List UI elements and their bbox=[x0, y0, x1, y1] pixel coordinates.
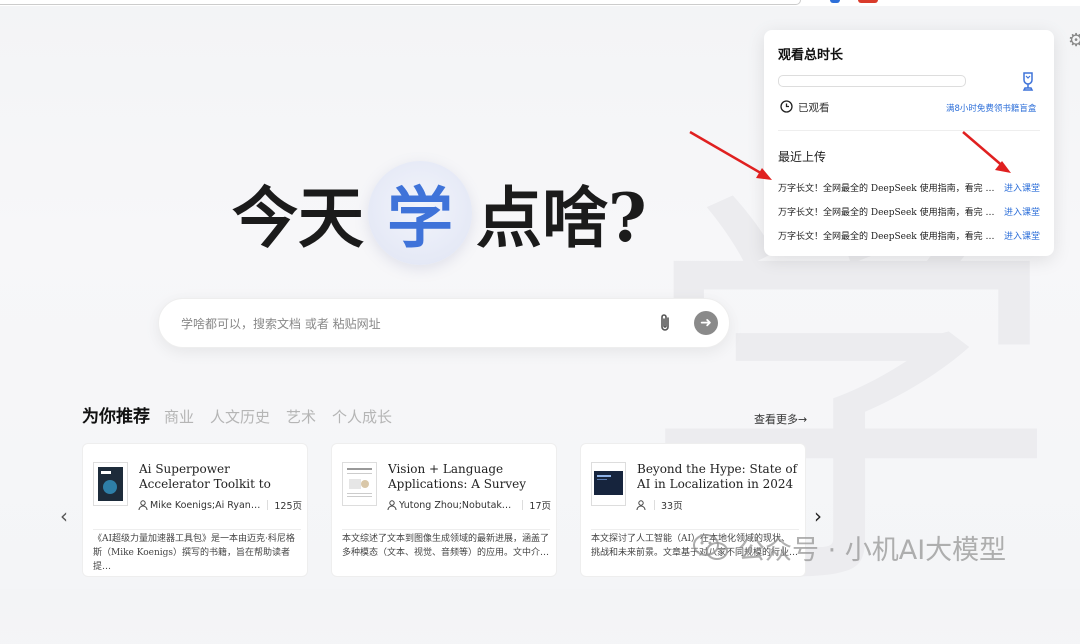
panel-title: 观看总时长 bbox=[778, 48, 844, 63]
recent-uploads-title: 最近上传 bbox=[778, 150, 827, 164]
book-pages: 33页 bbox=[661, 501, 683, 512]
carousel-prev-button[interactable]: ‹ bbox=[60, 504, 68, 528]
author-icon bbox=[138, 500, 148, 510]
watermark: 公众号 · 小机AI大模型 bbox=[692, 528, 1006, 567]
trophy-icon bbox=[1022, 72, 1034, 91]
tab-art[interactable]: 艺术 bbox=[286, 406, 316, 427]
book-pages: 125页 bbox=[274, 501, 302, 512]
upload-title[interactable]: 万字长文！全网最全的 DeepSeek 使用指南，看完 De… bbox=[778, 229, 998, 242]
book-meta: Yutong Zhou;Nobutaka S… 17页 bbox=[387, 498, 551, 512]
annotation-arrow-left bbox=[689, 130, 772, 180]
book-description: 《AI超级力量加速器工具包》是一本由迈克·科尼格斯（Mike Koenigs）撰… bbox=[93, 529, 301, 574]
hero-highlight-circle: 学 bbox=[368, 161, 472, 265]
browser-top-edge bbox=[0, 0, 1080, 6]
hero-text-after: 点啥? bbox=[476, 179, 647, 257]
book-authors: Yutong Zhou;Nobutaka S… bbox=[399, 499, 517, 511]
hero-heading: 今天 学 点啥? bbox=[232, 161, 647, 265]
book-title: Vision + Language Applications: A Survey bbox=[388, 462, 527, 491]
recent-uploads-list: 万字长文！全网最全的 DeepSeek 使用指南，看完 De… 进入课堂 万字长… bbox=[778, 175, 1042, 247]
watch-progress-bar bbox=[778, 75, 966, 87]
tab-business[interactable]: 商业 bbox=[164, 406, 194, 427]
bonus-link[interactable]: 满8小时免费领书籍盲盒 bbox=[946, 102, 1036, 114]
book-card[interactable]: Vision + Language Applications: A Survey… bbox=[331, 443, 557, 577]
tab-humanities-history[interactable]: 人文历史 bbox=[210, 406, 270, 427]
submit-arrow-button[interactable]: ➜ bbox=[694, 311, 718, 335]
wechat-logo-icon bbox=[693, 533, 728, 560]
enter-class-link[interactable]: 进入课堂 bbox=[1004, 229, 1040, 242]
upload-item: 万字长文！全网最全的 DeepSeek 使用指南，看完 De… 进入课堂 bbox=[778, 175, 1042, 199]
arrow-right-icon: ➜ bbox=[700, 315, 712, 331]
side-tool-icon[interactable]: ⚙ bbox=[1068, 30, 1080, 51]
hero-text-before: 今天 bbox=[232, 179, 364, 257]
book-cover bbox=[93, 462, 128, 506]
upload-title[interactable]: 万字长文！全网最全的 DeepSeek 使用指南，看完 De… bbox=[778, 205, 998, 218]
watched-label: 已观看 bbox=[798, 102, 830, 114]
enter-class-link[interactable]: 进入课堂 bbox=[1004, 181, 1040, 194]
watch-time-panel: 观看总时长 已观看 满8小时免费领书籍盲盒 最近上传 万字长文！全网最全的 De… bbox=[764, 30, 1054, 256]
extension-icon-blue[interactable] bbox=[830, 0, 840, 3]
book-description: 本文综述了文本到图像生成领域的最新进展，涵盖了多种模态（文本、视觉、音频等）的应… bbox=[342, 529, 550, 560]
search-input[interactable] bbox=[179, 313, 623, 335]
tab-personal-growth[interactable]: 个人成长 bbox=[332, 406, 392, 427]
author-icon bbox=[387, 500, 397, 510]
see-more-link[interactable]: 查看更多→ bbox=[754, 411, 807, 427]
recommend-title[interactable]: 为你推荐 bbox=[82, 402, 150, 427]
enter-class-link[interactable]: 进入课堂 bbox=[1004, 205, 1040, 218]
book-cover bbox=[591, 462, 626, 506]
watermark-text: 公众号 · 小机AI大模型 bbox=[738, 535, 1007, 566]
book-authors: Mike Koenigs;Ai Ryan … bbox=[150, 499, 262, 511]
recommend-tabs: 为你推荐 商业 人文历史 艺术 个人成长 bbox=[82, 402, 408, 427]
book-meta: Mike Koenigs;Ai Ryan … 125页 bbox=[138, 498, 302, 512]
upload-item: 万字长文！全网最全的 DeepSeek 使用指南，看完 De… 进入课堂 bbox=[778, 223, 1042, 247]
carousel-next-button[interactable]: › bbox=[814, 504, 822, 528]
upload-title[interactable]: 万字长文！全网最全的 DeepSeek 使用指南，看完 De… bbox=[778, 181, 998, 194]
author-icon bbox=[636, 500, 646, 510]
book-title: Ai Superpower Accelerator Toolkit to Mul… bbox=[139, 462, 271, 491]
search-box: ➜ bbox=[158, 298, 730, 348]
panel-divider bbox=[778, 130, 1040, 131]
clock-icon bbox=[780, 100, 793, 113]
address-bar[interactable] bbox=[0, 0, 801, 5]
attachment-icon[interactable] bbox=[657, 312, 673, 334]
book-card[interactable]: Ai Superpower Accelerator Toolkit to Mul… bbox=[82, 443, 308, 577]
book-meta: 33页 bbox=[636, 498, 800, 512]
upload-item: 万字长文！全网最全的 DeepSeek 使用指南，看完 De… 进入课堂 bbox=[778, 199, 1042, 223]
extension-icon-red[interactable] bbox=[858, 0, 878, 3]
hero-highlight-char: 学 bbox=[387, 179, 453, 257]
book-cover bbox=[342, 462, 377, 506]
book-pages: 17页 bbox=[529, 501, 551, 512]
book-title: Beyond the Hype: State of AI in Localiza… bbox=[637, 462, 798, 491]
